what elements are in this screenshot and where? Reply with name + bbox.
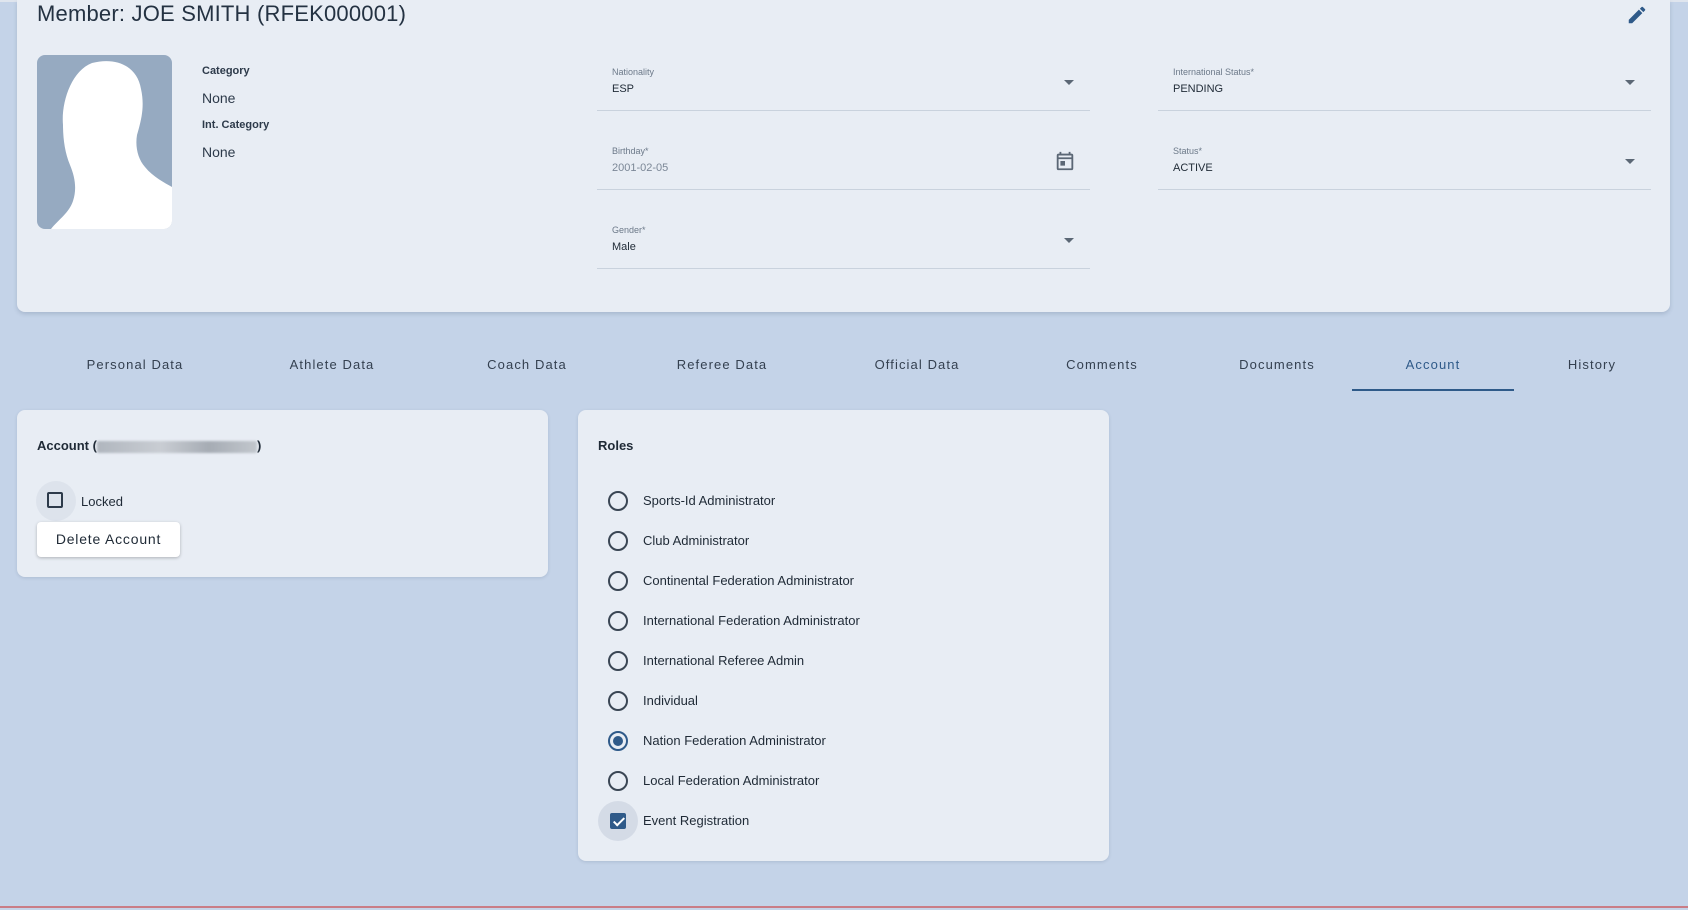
- birthday-value: 2001-02-05: [612, 162, 669, 174]
- status-value: ACTIVE: [1173, 162, 1213, 174]
- international-status-select[interactable]: International Status* PENDING: [1158, 55, 1651, 111]
- international-status-value: PENDING: [1173, 83, 1224, 95]
- gender-select[interactable]: Gender* Male: [597, 213, 1090, 269]
- radio-button[interactable]: [608, 491, 628, 511]
- role-continental-federation-administrator[interactable]: Continental Federation Administrator: [598, 566, 1078, 596]
- radio-button-selected[interactable]: [608, 731, 628, 751]
- event-registration-row[interactable]: Event Registration: [598, 801, 1078, 841]
- locked-checkbox-ripple: [36, 481, 76, 521]
- tab-athlete-data[interactable]: Athlete Data: [247, 345, 417, 389]
- pencil-icon[interactable]: [1626, 4, 1648, 26]
- avatar: [37, 55, 172, 229]
- member-header-card: Member: JOE SMITH (RFEK000001) Category …: [17, 0, 1670, 312]
- radio-button[interactable]: [608, 611, 628, 631]
- event-registration-label: Event Registration: [643, 813, 750, 828]
- role-label: Sports-Id Administrator: [643, 493, 776, 508]
- tab-official-data[interactable]: Official Data: [832, 345, 1002, 389]
- role-label: Continental Federation Administrator: [643, 573, 855, 588]
- role-local-federation-administrator[interactable]: Local Federation Administrator: [598, 766, 1078, 796]
- calendar-icon[interactable]: [1054, 150, 1076, 172]
- int-category-label: Int. Category: [202, 119, 270, 131]
- role-international-referee-admin[interactable]: International Referee Admin: [598, 646, 1078, 676]
- person-silhouette-icon: [51, 61, 172, 229]
- roles-card: Roles Sports-Id Administrator Club Admin…: [578, 410, 1109, 861]
- category-value: None: [202, 90, 236, 106]
- role-individual[interactable]: Individual: [598, 686, 1078, 716]
- locked-label: Locked: [81, 494, 123, 509]
- account-title-prefix: Account (: [37, 438, 97, 453]
- role-international-federation-administrator[interactable]: International Federation Administrator: [598, 606, 1078, 636]
- page-title: Member: JOE SMITH (RFEK000001): [37, 1, 407, 26]
- gender-value: Male: [612, 241, 636, 253]
- account-title-suffix: ): [256, 438, 262, 453]
- event-registration-checkbox[interactable]: [610, 813, 626, 829]
- nationality-select[interactable]: Nationality ESP: [597, 55, 1090, 111]
- nationality-label: Nationality: [612, 67, 655, 77]
- nationality-value: ESP: [612, 83, 635, 95]
- role-nation-federation-administrator[interactable]: Nation Federation Administrator: [598, 726, 1078, 756]
- roles-title: Roles: [598, 438, 634, 453]
- role-club-administrator[interactable]: Club Administrator: [598, 526, 1078, 556]
- delete-account-button[interactable]: Delete Account: [37, 522, 180, 557]
- chevron-down-icon[interactable]: [1064, 80, 1074, 85]
- role-label: Nation Federation Administrator: [643, 733, 826, 748]
- bottom-border: [0, 906, 1688, 908]
- role-label: Local Federation Administrator: [643, 773, 820, 788]
- tab-history[interactable]: History: [1527, 345, 1657, 389]
- birthday-label: Birthday*: [612, 146, 649, 156]
- status-label: Status*: [1173, 146, 1203, 156]
- radio-button[interactable]: [608, 691, 628, 711]
- locked-checkbox[interactable]: [47, 492, 63, 508]
- tab-referee-data[interactable]: Referee Data: [637, 345, 807, 389]
- redacted-account-email: [96, 440, 257, 453]
- tab-comments[interactable]: Comments: [1017, 345, 1187, 389]
- radio-button[interactable]: [608, 771, 628, 791]
- chevron-down-icon[interactable]: [1625, 159, 1635, 164]
- role-sports-id-administrator[interactable]: Sports-Id Administrator: [598, 486, 1078, 516]
- radio-button[interactable]: [608, 651, 628, 671]
- event-registration-checkbox-ripple: [598, 801, 638, 841]
- tab-documents[interactable]: Documents: [1192, 345, 1362, 389]
- radio-button[interactable]: [608, 531, 628, 551]
- tab-bar: Personal Data Athlete Data Coach Data Re…: [17, 345, 1670, 391]
- gender-label: Gender*: [612, 225, 646, 235]
- chevron-down-icon[interactable]: [1625, 80, 1635, 85]
- role-label: Club Administrator: [643, 533, 750, 548]
- role-label: International Referee Admin: [643, 653, 805, 668]
- role-label: International Federation Administrator: [643, 613, 860, 628]
- role-label: Individual: [643, 693, 698, 708]
- category-label: Category: [202, 65, 250, 77]
- chevron-down-icon[interactable]: [1064, 238, 1074, 243]
- tab-personal-data[interactable]: Personal Data: [47, 345, 223, 389]
- birthday-field[interactable]: Birthday* 2001-02-05: [597, 134, 1090, 190]
- tab-coach-data[interactable]: Coach Data: [442, 345, 612, 389]
- radio-button[interactable]: [608, 571, 628, 591]
- international-status-label: International Status*: [1173, 67, 1255, 77]
- tab-account[interactable]: Account: [1352, 345, 1514, 391]
- account-title: Account (): [37, 438, 261, 453]
- int-category-value: None: [202, 144, 236, 160]
- status-select[interactable]: Status* ACTIVE: [1158, 134, 1651, 190]
- account-card: Account () Locked Delete Account: [17, 410, 548, 577]
